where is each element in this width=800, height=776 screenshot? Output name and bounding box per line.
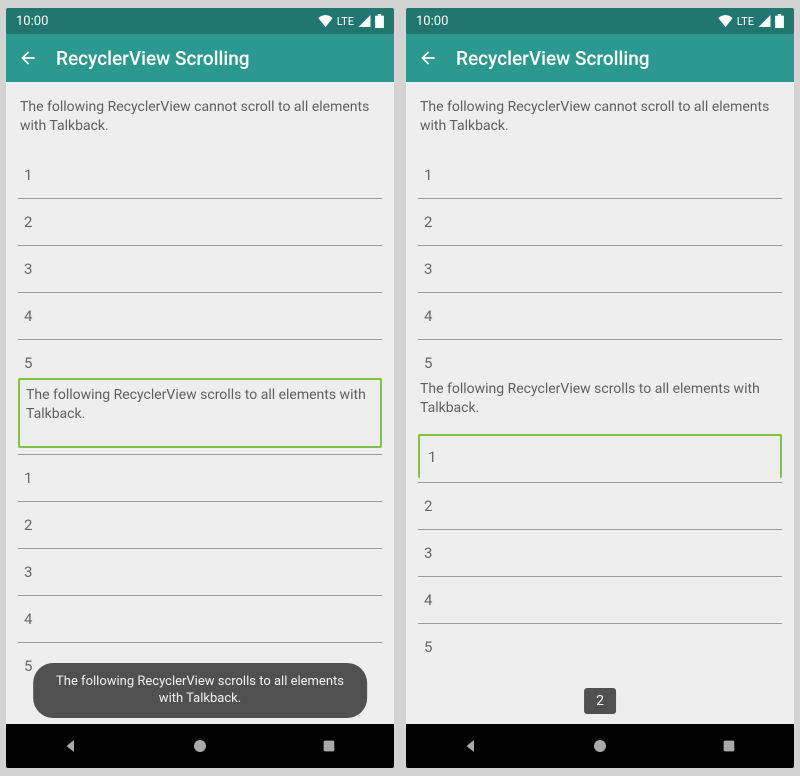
nav-back-icon[interactable]: [449, 724, 493, 768]
lte-label: LTE: [337, 15, 354, 28]
wifi-icon: [318, 15, 333, 27]
list1-item-1[interactable]: 1: [18, 152, 382, 199]
list1-item-2[interactable]: 2: [418, 199, 782, 246]
nav-home-icon[interactable]: [178, 724, 222, 768]
battery-icon: [775, 14, 784, 28]
page-title: RecyclerView Scrolling: [56, 47, 250, 70]
wifi-icon: [718, 15, 733, 27]
app-bar: RecyclerView Scrolling: [6, 34, 394, 82]
list2-item-5[interactable]: 5: [418, 624, 782, 658]
list2-item-2[interactable]: 2: [418, 483, 782, 530]
status-time: 10:00: [416, 14, 448, 29]
list1-item-4[interactable]: 4: [18, 293, 382, 340]
talkback-toast: The following RecyclerView scrolls to al…: [33, 663, 367, 718]
nav-home-icon[interactable]: [578, 724, 622, 768]
phone-left: 10:00 LTE RecyclerView Scrolling The fol…: [6, 8, 394, 768]
section2-text-focused: The following RecyclerView scrolls to al…: [18, 378, 382, 448]
list1-item-4[interactable]: 4: [418, 293, 782, 340]
status-time: 10:00: [16, 14, 48, 29]
section1-text: The following RecyclerView cannot scroll…: [18, 96, 382, 152]
nav-recent-icon[interactable]: [307, 724, 351, 768]
list1-item-3[interactable]: 3: [18, 246, 382, 293]
list1-item-5[interactable]: 5: [18, 340, 382, 378]
list2-item-3[interactable]: 3: [18, 549, 382, 596]
list1-item-5[interactable]: 5: [418, 340, 782, 378]
battery-icon: [375, 14, 384, 28]
back-icon[interactable]: [18, 48, 38, 68]
nav-back-icon[interactable]: [49, 724, 93, 768]
status-icons: LTE: [318, 14, 384, 28]
nav-bar: [406, 724, 794, 768]
lte-label: LTE: [737, 15, 754, 28]
app-bar: RecyclerView Scrolling: [406, 34, 794, 82]
list2-item-4[interactable]: 4: [18, 596, 382, 643]
list1-item-1[interactable]: 1: [418, 152, 782, 199]
nav-recent-icon[interactable]: [707, 724, 751, 768]
list1-item-3[interactable]: 3: [418, 246, 782, 293]
status-bar: 10:00 LTE: [406, 8, 794, 34]
status-bar: 10:00 LTE: [6, 8, 394, 34]
talkback-mini-toast: 2: [584, 688, 616, 714]
phone-right: 10:00 LTE RecyclerView Scrolling The fol…: [406, 8, 794, 768]
list2-item-1[interactable]: 1: [18, 455, 382, 502]
status-icons: LTE: [718, 14, 784, 28]
content[interactable]: The following RecyclerView cannot scroll…: [406, 82, 794, 724]
list2-item-2[interactable]: 2: [18, 502, 382, 549]
list2-item-1-focused[interactable]: 1: [418, 434, 782, 478]
list2-item-3[interactable]: 3: [418, 530, 782, 577]
signal-icon: [358, 15, 371, 27]
signal-icon: [758, 15, 771, 27]
back-icon[interactable]: [418, 48, 438, 68]
list1-item-2[interactable]: 2: [18, 199, 382, 246]
content[interactable]: The following RecyclerView cannot scroll…: [6, 82, 394, 724]
nav-bar: [6, 724, 394, 768]
section1-text: The following RecyclerView cannot scroll…: [418, 96, 782, 152]
list2-item-4[interactable]: 4: [418, 577, 782, 624]
page-title: RecyclerView Scrolling: [456, 47, 650, 70]
section2-text: The following RecyclerView scrolls to al…: [418, 378, 782, 428]
